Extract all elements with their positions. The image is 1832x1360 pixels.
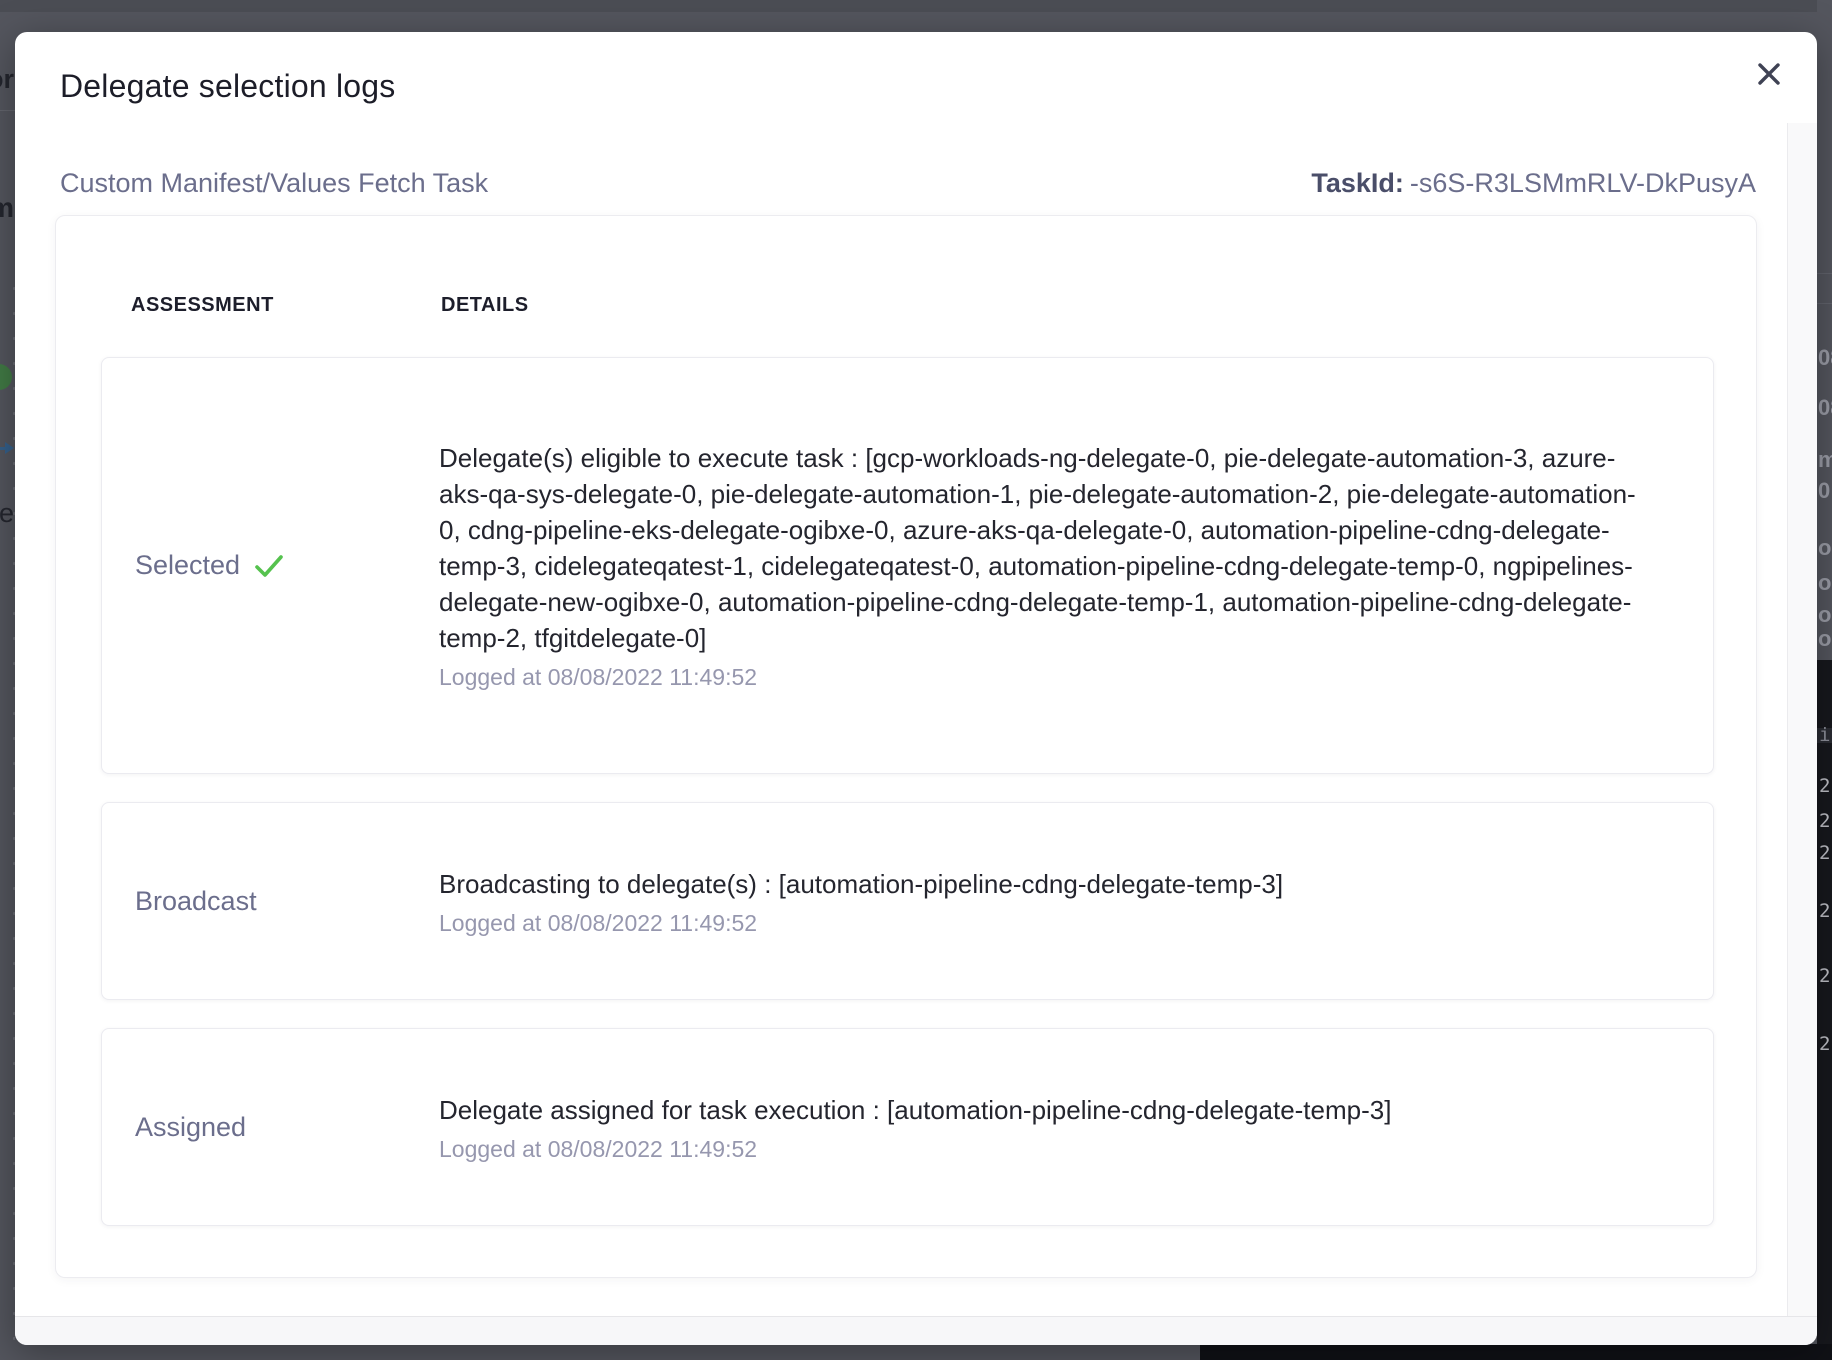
details-cell: Delegate(s) eligible to execute task : [… — [439, 440, 1641, 691]
console-panel-edge: i 2 2 2 2 2 2 — [1817, 660, 1832, 1360]
background-top-band — [0, 0, 1832, 12]
column-header-details: DETAILS — [441, 294, 1756, 317]
assessment-cell: Broadcast — [135, 886, 439, 917]
console-timestamp-fragment: 2 — [1819, 900, 1830, 922]
console-text-fragment: i — [1819, 724, 1830, 746]
task-id: TaskId:-s6S-R3LSMmRLV-DkPusyA — [1311, 168, 1756, 199]
assessment-cell: Selected — [135, 550, 439, 581]
background-divider-line — [1817, 303, 1832, 304]
background-text-fragment: m — [0, 192, 14, 224]
background-text-fragment: or — [0, 64, 14, 95]
selection-logs-card: ASSESSMENT DETAILS Selected Delegate(s) … — [55, 215, 1757, 1278]
background-text-fragment: 08 — [1818, 395, 1832, 421]
table-row: Assigned Delegate assigned for task exec… — [101, 1028, 1714, 1226]
assessment-label: Selected — [135, 550, 240, 581]
column-header-assessment: ASSESSMENT — [131, 294, 441, 317]
background-text-fragment: o — [1818, 602, 1831, 628]
logged-timestamp: Logged at 08/08/2022 11:49:52 — [439, 1136, 1641, 1163]
task-id-label: TaskId: — [1311, 168, 1404, 198]
background-text-fragment: 08 — [1818, 345, 1832, 371]
console-timestamp-fragment: 2 — [1819, 965, 1830, 987]
pipeline-connector-arrow-icon — [0, 442, 15, 454]
modal-footer — [15, 1316, 1817, 1345]
console-timestamp-fragment: 2 — [1819, 775, 1830, 797]
logged-timestamp: Logged at 08/08/2022 11:49:52 — [439, 910, 1641, 937]
console-panel-bottom-edge — [1200, 1344, 1832, 1360]
task-id-value: -s6S-R3LSMmRLV-DkPusyA — [1410, 168, 1756, 198]
pipeline-canvas-dots — [0, 268, 15, 1360]
background-text-fragment: o — [1818, 535, 1831, 561]
background-text-fragment: 0 — [1818, 478, 1830, 504]
details-text: Delegate(s) eligible to execute task : [… — [439, 440, 1641, 656]
console-timestamp-fragment: 2 — [1819, 842, 1830, 864]
background-divider-line — [0, 110, 15, 111]
console-timestamp-fragment: 2 — [1819, 810, 1830, 832]
assessment-label: Assigned — [135, 1112, 246, 1143]
close-button[interactable] — [1749, 54, 1789, 94]
background-text-fragment: m — [1818, 447, 1832, 473]
check-icon — [254, 553, 284, 579]
details-text: Delegate assigned for task execution : [… — [439, 1092, 1641, 1128]
details-cell: Delegate assigned for task execution : [… — [439, 1092, 1641, 1163]
task-summary-row: Custom Manifest/Values Fetch Task TaskId… — [60, 168, 1756, 199]
background-right-strip: 0808m0oooo i 222222 — [1817, 0, 1832, 1360]
pipeline-canvas-dots — [0, 1346, 1250, 1360]
table-row: Broadcast Broadcasting to delegate(s) : … — [101, 802, 1714, 1000]
details-text: Broadcasting to delegate(s) : [automatio… — [439, 866, 1641, 902]
background-text-fragment: o — [1818, 626, 1831, 652]
background-text-fragment: re — [0, 498, 14, 529]
table-row: Selected Delegate(s) eligible to execute… — [101, 357, 1714, 774]
details-cell: Broadcasting to delegate(s) : [automatio… — [439, 866, 1641, 937]
background-left-strip: or m re — [0, 0, 15, 1360]
close-icon — [1754, 59, 1784, 89]
table-body: Selected Delegate(s) eligible to execute… — [56, 357, 1756, 1226]
console-timestamp-fragment: 2 — [1819, 1033, 1830, 1055]
assessment-cell: Assigned — [135, 1112, 439, 1143]
background-divider-line — [1817, 273, 1832, 274]
task-name: Custom Manifest/Values Fetch Task — [60, 168, 488, 199]
modal-scrollbar-track[interactable] — [1787, 123, 1817, 1316]
table-header-row: ASSESSMENT DETAILS — [56, 216, 1756, 317]
background-text-fragment: o — [1818, 570, 1831, 596]
delegate-selection-logs-modal: Delegate selection logs Custom Manifest/… — [15, 32, 1817, 1345]
assessment-label: Broadcast — [135, 886, 257, 917]
logged-timestamp: Logged at 08/08/2022 11:49:52 — [439, 664, 1641, 691]
modal-title: Delegate selection logs — [60, 68, 395, 105]
